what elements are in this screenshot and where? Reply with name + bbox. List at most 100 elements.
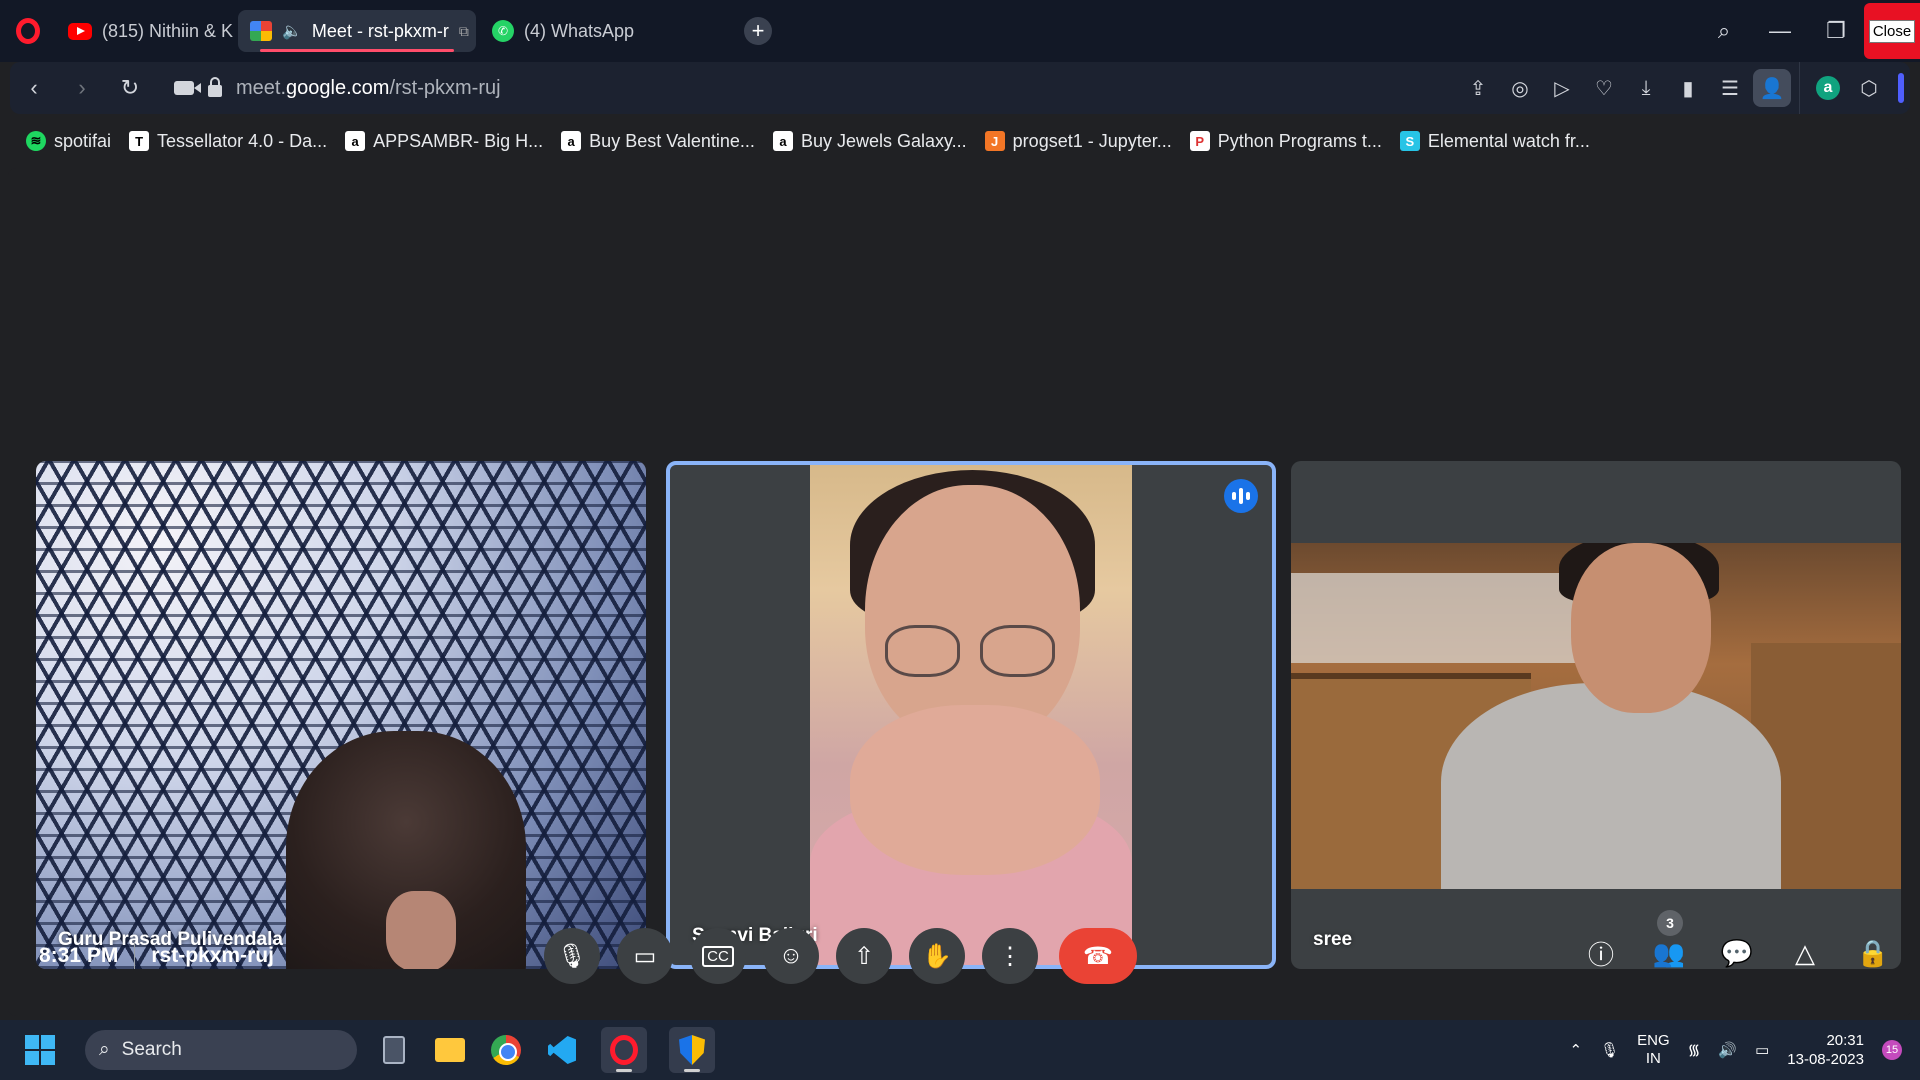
- opera-logo-icon[interactable]: [0, 0, 56, 62]
- profile-icon[interactable]: 👤: [1753, 69, 1791, 107]
- python-icon: P: [1189, 131, 1210, 151]
- extensions-cube-icon[interactable]: ⬡: [1850, 69, 1888, 107]
- microphone-tray-icon[interactable]: 🎙: [1600, 1041, 1619, 1059]
- participant-tile-sree[interactable]: sree: [1291, 461, 1901, 969]
- more-vertical-icon: ⋮: [998, 942, 1022, 970]
- taskbar-search[interactable]: ⌕ Search: [85, 1030, 357, 1070]
- participant-hand: [386, 891, 456, 969]
- tab-picture-in-picture-icon[interactable]: ⧉: [459, 23, 469, 40]
- whatsapp-icon: ✆: [492, 20, 514, 42]
- camera-in-use-icon[interactable]: [174, 81, 201, 95]
- wifi-icon[interactable]: ᯾: [1688, 1040, 1701, 1060]
- search-tabs-icon[interactable]: ⌕: [1696, 0, 1752, 62]
- minimize-button[interactable]: —: [1752, 0, 1808, 62]
- url-field[interactable]: meet.google.com/rst-pkxm-ruj: [174, 77, 1459, 100]
- extensions-area: a ⬡: [1799, 62, 1910, 114]
- participant-video: [1291, 543, 1901, 889]
- close-button[interactable]: Close: [1864, 3, 1920, 59]
- tab-label: (815) Nithiin & Krithi Sh: [102, 20, 234, 41]
- calculator-icon[interactable]: [377, 1033, 411, 1067]
- people-icon: 👥: [1652, 937, 1686, 968]
- windows-taskbar: ⌕ Search ⌃ 🎙 ENG IN ᯾ 🔊 ▭ 20:31 13-08-20…: [0, 1020, 1920, 1080]
- amazon-icon: a: [345, 131, 366, 151]
- file-explorer-icon[interactable]: [433, 1033, 467, 1067]
- side-panel-controls: ⓘ 3 👥 💬 △ 🔒: [1576, 910, 1898, 978]
- microphone-icon: 🎙: [556, 942, 588, 970]
- flow-icon[interactable]: ▷: [1543, 69, 1581, 107]
- camera-button[interactable]: ▭: [617, 928, 673, 984]
- more-options-button[interactable]: ⋮: [982, 928, 1038, 984]
- language-indicator[interactable]: ENG IN: [1637, 1032, 1670, 1068]
- back-button[interactable]: ‹: [10, 64, 58, 112]
- sidebar-handle[interactable]: [1898, 73, 1904, 103]
- bookmark-spotifai[interactable]: ≋ spotifai: [26, 131, 111, 152]
- bookmark-progset1[interactable]: Jprogset1 - Jupyter...: [984, 131, 1172, 152]
- hand-icon: ✋: [922, 942, 952, 970]
- google-meet-icon: [250, 21, 272, 41]
- bookmark-valentine[interactable]: a Buy Best Valentine...: [561, 131, 755, 152]
- url-text: meet.google.com/rst-pkxm-ruj: [236, 76, 501, 99]
- host-controls-button[interactable]: 🔒: [1848, 928, 1898, 978]
- reload-button[interactable]: ↻: [106, 64, 154, 112]
- leave-call-button[interactable]: ☎: [1059, 928, 1137, 984]
- share-icon[interactable]: ⇪: [1459, 69, 1497, 107]
- meet-stage: Guru Prasad Pulivendala Saanvi Bajjuri s…: [8, 168, 1912, 1016]
- browser-tab-bar: (815) Nithiin & Krithi Sh 🔈 Meet - rst-p…: [0, 0, 1920, 62]
- windows-start-icon[interactable]: [25, 1035, 55, 1065]
- present-button[interactable]: ⇧: [836, 928, 892, 984]
- bookmarks-bar: ≋ spotifai T Tessellator 4.0 - Da... a APPS…: [10, 118, 1910, 164]
- meeting-time: 8:31 PM: [39, 944, 119, 967]
- activities-button[interactable]: △: [1780, 928, 1830, 978]
- bookmark-elemental[interactable]: S Elemental watch fr...: [1399, 131, 1590, 152]
- volume-icon[interactable]: 🔊: [1718, 1041, 1737, 1059]
- tab-label: (4) WhatsApp: [524, 20, 635, 41]
- snapshot-icon[interactable]: ◎: [1501, 69, 1539, 107]
- raise-hand-button[interactable]: ✋: [909, 928, 965, 984]
- activities-icon: △: [1795, 937, 1815, 968]
- opera-taskbar-icon[interactable]: [601, 1027, 647, 1073]
- info-icon: ⓘ: [1587, 939, 1614, 970]
- elemental-icon: S: [1399, 131, 1420, 151]
- taskbar-apps: [377, 1027, 715, 1073]
- participant-name: sree: [1313, 929, 1353, 950]
- microphone-button[interactable]: 🎙: [544, 928, 600, 984]
- tab-youtube[interactable]: (815) Nithiin & Krithi Sh: [56, 10, 234, 52]
- captions-button[interactable]: CC: [690, 928, 746, 984]
- divider: [134, 943, 136, 969]
- battery-icon[interactable]: ▭: [1755, 1041, 1769, 1059]
- closed-captions-icon: CC: [702, 945, 734, 967]
- youtube-icon: [68, 22, 92, 40]
- bookmark-python[interactable]: P Python Programs t...: [1189, 131, 1382, 152]
- reactions-button[interactable]: ☺: [763, 928, 819, 984]
- participant-tile-guru[interactable]: Guru Prasad Pulivendala: [36, 461, 646, 969]
- speaker-icon[interactable]: 🔈: [282, 21, 302, 41]
- lock-icon[interactable]: [208, 77, 222, 97]
- chrome-icon[interactable]: [489, 1033, 523, 1067]
- hang-up-icon: ☎: [1083, 942, 1113, 970]
- lock-person-icon: 🔒: [1856, 937, 1890, 968]
- chat-button[interactable]: 💬: [1712, 928, 1762, 978]
- vscode-icon[interactable]: [545, 1033, 579, 1067]
- search-placeholder: Search: [121, 1039, 182, 1060]
- bookmark-jewels[interactable]: a Buy Jewels Galaxy...: [772, 131, 967, 152]
- show-hidden-icons-chevron-icon[interactable]: ⌃: [1569, 1041, 1582, 1059]
- meeting-details-button[interactable]: ⓘ: [1576, 928, 1626, 978]
- forward-button[interactable]: ›: [58, 64, 106, 112]
- tab-meet[interactable]: 🔈 Meet - rst-pkxm-r ⧉: [238, 10, 476, 52]
- restore-button[interactable]: ❐: [1808, 0, 1864, 62]
- clock[interactable]: 20:31 13-08-2023: [1787, 1031, 1864, 1069]
- aria-icon[interactable]: a: [1816, 76, 1840, 100]
- download-icon[interactable]: ⤓: [1627, 69, 1665, 107]
- notification-badge[interactable]: 15: [1882, 1040, 1902, 1060]
- easy-setup-icon[interactable]: ☰: [1711, 69, 1749, 107]
- bookmark-appsambr[interactable]: a APPSAMBR- Big H...: [345, 131, 543, 152]
- chat-icon: 💬: [1720, 937, 1754, 968]
- bookmark-tessellator[interactable]: T Tessellator 4.0 - Da...: [129, 131, 327, 152]
- battery-saver-icon[interactable]: ▮: [1669, 69, 1707, 107]
- people-button[interactable]: 3 👥: [1644, 910, 1694, 978]
- tab-whatsapp[interactable]: ✆ (4) WhatsApp: [480, 10, 640, 52]
- heart-icon[interactable]: ♡: [1585, 69, 1623, 107]
- new-tab-button[interactable]: +: [744, 17, 772, 45]
- participant-tile-saanvi[interactable]: Saanvi Bajjuri: [666, 461, 1276, 969]
- security-shield-icon[interactable]: [669, 1027, 715, 1073]
